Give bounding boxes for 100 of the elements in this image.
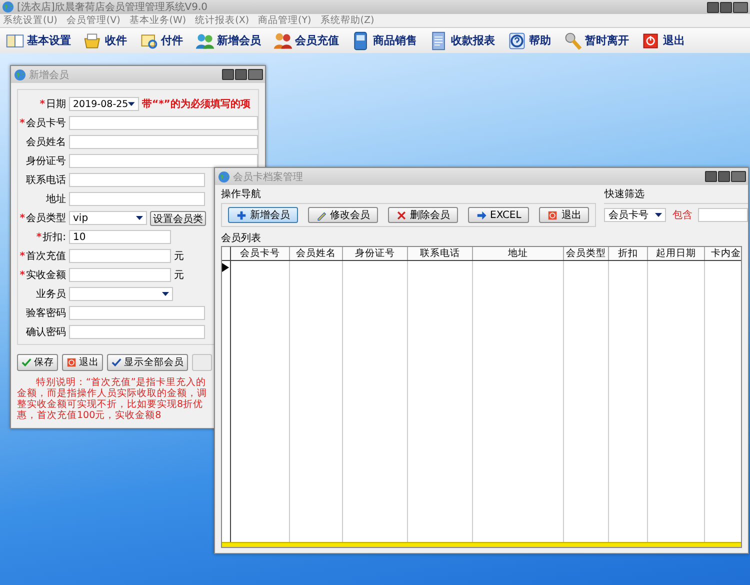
column-header[interactable]: 联系电话 [408, 247, 473, 260]
scrollbar[interactable] [222, 542, 741, 547]
help-icon [507, 30, 527, 50]
nav-button[interactable]: 新增会员 [228, 207, 298, 223]
dropdown-caret-icon[interactable] [162, 292, 169, 296]
group-label: 快速筛选 [604, 188, 646, 201]
field-label: 日期 [46, 98, 66, 111]
input-field[interactable] [68, 116, 258, 130]
window-title: 会员卡档案管理 [233, 170, 303, 184]
cross-icon [396, 210, 407, 220]
dialog-button[interactable]: 退出 [62, 354, 103, 371]
operator-label: 包含 [672, 208, 692, 222]
arrow-icon [476, 210, 487, 220]
dialog-button[interactable]: 保存 [17, 354, 58, 371]
field-label: 确认密码 [26, 326, 66, 339]
column-header[interactable]: 卡内金 [705, 247, 741, 260]
menu-item[interactable]: 系统设置(U) [3, 14, 58, 27]
toolbar-button[interactable]: 暂时离开 [560, 30, 632, 50]
search-field[interactable] [698, 208, 748, 222]
field-label: 折扣: [42, 230, 66, 244]
close-button[interactable] [733, 2, 748, 12]
toolbar-button[interactable]: 收款报表 [426, 30, 498, 50]
input-field[interactable] [69, 325, 205, 339]
menu-item[interactable]: 会员管理(V) [66, 14, 120, 27]
group-label: 操作导航 [221, 188, 262, 201]
toolbar-button[interactable]: 帮助 [504, 30, 554, 50]
set-type-button[interactable]: 设置会员类 [150, 210, 206, 226]
column-header[interactable]: 身份证号 [343, 247, 408, 260]
row-pointer-icon [222, 263, 229, 272]
toolbar-button[interactable]: 收件 [80, 30, 130, 50]
column-header[interactable]: 会员卡号 [231, 247, 290, 260]
nav-button[interactable]: EXCEL [468, 207, 530, 223]
input-field[interactable] [69, 249, 171, 263]
nav-button[interactable]: 删除会员 [388, 207, 458, 223]
toolbar-button[interactable]: 基本设置 [2, 30, 74, 50]
required-mark-label: * [20, 250, 25, 262]
globe-icon [218, 170, 230, 182]
input-field[interactable] [69, 306, 205, 320]
input-field[interactable] [69, 268, 171, 282]
field-label: 身份证号 [26, 155, 66, 168]
field-label: 会员卡号 [26, 116, 66, 130]
input-field[interactable] [68, 135, 258, 149]
field-label: 验客密码 [26, 306, 66, 320]
minimize-button[interactable] [707, 2, 719, 12]
date-picker[interactable]: 2019-08-25 [69, 97, 139, 111]
unit-label: 元 [174, 269, 184, 282]
toolbar-button[interactable]: 新增会员 [192, 30, 264, 50]
plus-icon [236, 210, 247, 220]
menu-item[interactable]: 统计报表(X) [195, 14, 250, 27]
field-label: 联系电话 [26, 174, 66, 187]
dropdown-field[interactable] [69, 287, 173, 301]
required-mark-label: * [20, 270, 25, 280]
column-header[interactable]: 地址 [473, 247, 564, 260]
required-mark-label: * [20, 212, 25, 224]
toolbar-button[interactable]: 商品销售 [348, 30, 420, 50]
field-label: 实收金额 [26, 268, 66, 282]
power-icon [641, 30, 661, 50]
column-header[interactable]: 折扣 [609, 247, 648, 260]
power-icon [66, 357, 77, 368]
field-label: 会员类型 [26, 212, 66, 225]
dropdown-field[interactable]: vip [69, 211, 147, 225]
menu-item[interactable]: 基本业务(W) [129, 14, 186, 27]
field-label: 会员姓名 [26, 136, 66, 149]
toolbar-button[interactable]: 退出 [638, 30, 688, 50]
field-label: 地址 [46, 192, 66, 206]
input-field[interactable] [69, 173, 205, 187]
menu-item[interactable]: 系统帮助(Z) [320, 14, 374, 27]
check-icon [21, 357, 32, 368]
column-header[interactable]: 起用日期 [648, 247, 705, 260]
column-header[interactable]: 会员类型 [564, 247, 609, 260]
input-field[interactable]: 10 [69, 230, 171, 244]
filter-dropdown[interactable]: 会员卡号 [604, 208, 666, 222]
dropdown-caret-icon[interactable] [128, 102, 135, 106]
dropdown-caret-icon[interactable] [655, 213, 662, 217]
input-field[interactable] [69, 192, 205, 206]
maximize-button[interactable] [720, 2, 732, 12]
field-label: 首次充值 [26, 250, 66, 263]
nav-button[interactable]: 修改会员 [308, 207, 378, 223]
pencil-icon [316, 210, 327, 220]
toolbar-button[interactable]: 会员充值 [270, 30, 342, 50]
dialog-button[interactable]: 显示全部会员 [107, 354, 188, 371]
app-title: [洗衣店]欣晨奢荷店会员管理管理系统V9.0 [17, 0, 208, 14]
power-icon [547, 210, 558, 220]
users-icon [273, 30, 293, 50]
globe-icon [2, 1, 14, 13]
field-label: 业务员 [36, 288, 66, 301]
dropdown-caret-icon[interactable] [136, 216, 143, 220]
folder-icon [83, 30, 103, 50]
nav-button[interactable]: 退出 [539, 207, 590, 223]
input-field[interactable] [68, 154, 258, 168]
toolbar-button[interactable]: 付件 [136, 30, 186, 50]
required-mark-label: * [40, 98, 45, 110]
menu-item[interactable]: 商品管理(Y) [258, 14, 312, 27]
unit-label: 元 [174, 250, 184, 263]
column-header[interactable]: 会员姓名 [290, 247, 343, 260]
required-hint: 带“*”的为必须填写的项 [142, 98, 250, 111]
globe-icon [14, 68, 26, 80]
check-icon [111, 357, 122, 368]
window-title: 新增会员 [29, 68, 69, 82]
note-text: 特别说明：“首次充值”是指卡里充入的金额，而是指操作人员实际收取的金额，调整实收金额可实现不折，比如要实现8折优惠，首次充值100元，实收金额8 [17, 377, 207, 421]
